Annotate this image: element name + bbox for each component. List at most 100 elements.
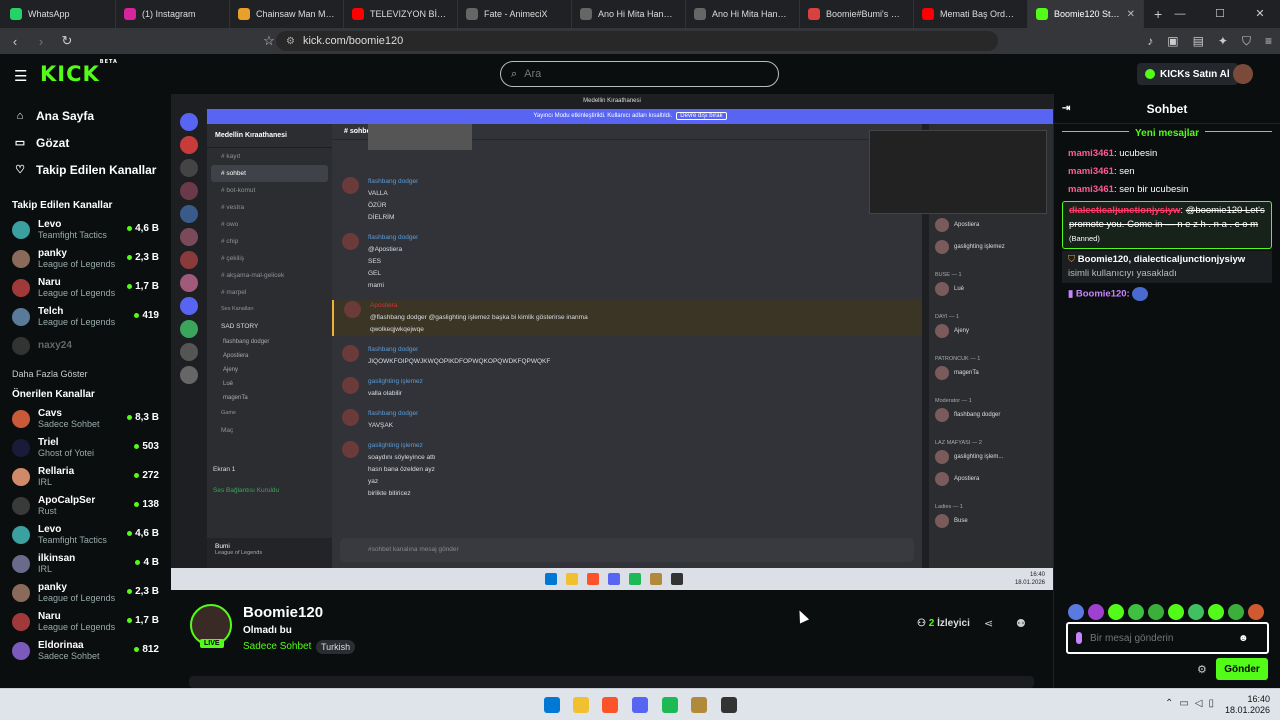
channel-item[interactable]: panky League of Legends 2,3 B xyxy=(0,244,171,273)
channel-item[interactable]: Rellaria IRL 272 xyxy=(0,462,171,491)
menu-icon[interactable]: ≡ xyxy=(1265,34,1272,48)
tab-favicon-icon xyxy=(922,8,934,20)
emote-icon[interactable] xyxy=(1108,604,1124,620)
discord-member-avatar xyxy=(935,450,949,464)
site-info-icon[interactable]: ⚙ xyxy=(286,36,295,47)
channel-item[interactable]: Eldorinaa Sadece Sohbet 812 xyxy=(0,636,171,665)
network-icon[interactable]: ▭ xyxy=(1179,698,1188,709)
wallet-icon[interactable]: ▤ xyxy=(1193,34,1204,48)
send-button[interactable]: Gönder xyxy=(1216,658,1268,680)
channel-viewer-count: 419 xyxy=(142,310,159,321)
discord-avatar xyxy=(342,233,359,250)
emoji-icon[interactable]: ☻ xyxy=(1238,633,1249,644)
browser-tab[interactable]: Ano Hi Mita Hana no N xyxy=(572,0,686,28)
discord-member-name: magenTa xyxy=(954,370,979,376)
channel-item[interactable]: Triel Ghost of Yotei 503 xyxy=(0,433,171,462)
channel-category: League of Legends xyxy=(38,316,116,327)
channel-item[interactable]: Naru League of Legends 1,7 B xyxy=(0,273,171,302)
kick-logo[interactable]: KICKBETA xyxy=(40,59,118,86)
browser-tab[interactable]: Ano Hi Mita Hana no N xyxy=(686,0,800,28)
media-icon[interactable]: ♪ xyxy=(1147,34,1153,48)
volume-icon[interactable]: ◁ xyxy=(1195,698,1203,709)
channel-item[interactable]: Telch League of Legends 419 xyxy=(0,302,171,331)
buy-kicks-button[interactable]: KICKs Satın Al xyxy=(1137,63,1238,85)
channel-item[interactable]: naxy24 xyxy=(0,331,171,360)
emote-icon[interactable] xyxy=(1068,604,1084,620)
chat-username[interactable]: mami3461 xyxy=(1068,184,1114,195)
league-of-legends-icon[interactable] xyxy=(691,697,707,713)
shield-icon[interactable]: ⛉ xyxy=(1242,34,1251,49)
close-window-icon[interactable]: ✕ xyxy=(1240,0,1280,28)
emote-icon[interactable] xyxy=(1088,604,1104,620)
show-more-link[interactable]: Daha Fazla Göster xyxy=(0,364,171,384)
emote-icon[interactable] xyxy=(1168,604,1184,620)
channel-item[interactable]: ApoCalpSer Rust 138 xyxy=(0,491,171,520)
hamburger-menu-icon[interactable]: ☰ xyxy=(14,67,27,85)
chat-username[interactable]: mami3461 xyxy=(1068,148,1114,159)
ai-icon[interactable]: ✦ xyxy=(1218,34,1228,48)
obs-icon[interactable] xyxy=(721,697,737,713)
beta-badge: BETA xyxy=(99,59,118,65)
chat-input-box[interactable]: ☻ xyxy=(1066,622,1269,654)
share-icon[interactable]: ⋖ xyxy=(984,617,993,630)
file-explorer-icon[interactable] xyxy=(573,697,589,713)
chat-username[interactable]: mami3461 xyxy=(1068,166,1114,177)
stream-video[interactable]: Medellin Kıraathanesi Yayıncı Modu etkin… xyxy=(171,94,1053,590)
sidebar-nav-item[interactable]: ⌂ Ana Sayfa xyxy=(0,102,171,129)
sidebar-icon[interactable]: ▣ xyxy=(1167,34,1178,48)
emote-icon[interactable] xyxy=(1208,604,1224,620)
server-name: Medellin Kıraathanesi xyxy=(207,124,332,148)
channel-item[interactable]: Levo Teamfight Tactics 4,6 B xyxy=(0,520,171,549)
close-tab-icon[interactable]: ✕ xyxy=(1127,9,1135,20)
channel-item[interactable]: Cavs Sadece Sohbet 8,3 B xyxy=(0,404,171,433)
user-avatar[interactable] xyxy=(1233,64,1253,84)
emote-icon[interactable] xyxy=(1128,604,1144,620)
emote-icon[interactable] xyxy=(1228,604,1244,620)
brave-browser-icon[interactable] xyxy=(602,697,618,713)
spotify-icon[interactable] xyxy=(662,697,678,713)
browser-tab[interactable]: Chainsaw Man Movie: xyxy=(230,0,344,28)
discord-avatar xyxy=(344,301,361,318)
browser-tab[interactable]: Boomie#Bumi's Comp xyxy=(800,0,914,28)
chat-input[interactable] xyxy=(1090,632,1230,644)
browser-tab[interactable]: TELEVIZYON BİZİ KAN xyxy=(344,0,458,28)
channel-avatar xyxy=(12,641,30,660)
discord-message-line: yaz xyxy=(368,478,379,485)
battery-icon[interactable]: ▯ xyxy=(1208,698,1214,709)
minimize-icon[interactable]: — xyxy=(1160,0,1200,28)
maximize-icon[interactable]: ☐ xyxy=(1200,0,1240,28)
windows-start-icon[interactable] xyxy=(544,697,560,713)
collapse-chat-icon[interactable]: ⇥ xyxy=(1062,94,1070,124)
stream-category[interactable]: Sadece Sohbet xyxy=(243,641,311,652)
streamer-name[interactable]: Boomie120 xyxy=(243,604,323,621)
reload-icon[interactable]: ↻ xyxy=(56,33,78,49)
discord-icon[interactable] xyxy=(632,697,648,713)
chat-settings-icon[interactable]: ⚙ xyxy=(1197,663,1207,676)
url-field[interactable]: ⚙ kick.com/boomie120 xyxy=(276,31,998,51)
channel-item[interactable]: Levo Teamfight Tactics 4,6 B xyxy=(0,215,171,244)
browser-tab[interactable]: Fate - AnimeciX xyxy=(458,0,572,28)
browser-tab[interactable]: (1) Instagram xyxy=(116,0,230,28)
discord-message-author: gaslighting işlemez xyxy=(368,378,423,385)
browser-tab[interactable]: Memati Baş Orda Oldu xyxy=(914,0,1028,28)
search-box[interactable]: ⌕ xyxy=(500,61,779,87)
back-icon[interactable]: ‹ xyxy=(4,34,26,49)
channel-item[interactable]: ilkinsan IRL 4 B xyxy=(0,549,171,578)
live-dot-icon xyxy=(127,589,133,594)
emote-icon[interactable] xyxy=(1248,604,1264,620)
search-input[interactable] xyxy=(524,68,725,80)
language-tag[interactable]: Turkish xyxy=(316,640,356,654)
taskbar-clock[interactable]: 16:40 18.01.2026 xyxy=(1225,694,1270,716)
sidebar-nav-item[interactable]: ▭ Gözat xyxy=(0,129,171,156)
channel-item[interactable]: Naru League of Legends 1,7 B xyxy=(0,607,171,636)
chevron-up-icon[interactable]: ⌃ xyxy=(1165,698,1173,709)
browser-tab[interactable]: Boomie120 Stream ✕ xyxy=(1028,0,1144,28)
sidebar-nav-item[interactable]: ♡ Takip Edilen Kanallar xyxy=(0,156,171,183)
emote-icon[interactable] xyxy=(1188,604,1204,620)
emote-icon[interactable] xyxy=(1148,604,1164,620)
forward-icon[interactable]: › xyxy=(30,34,52,49)
voice-header: Ses Kanalları xyxy=(221,306,254,312)
browser-tab[interactable]: WhatsApp xyxy=(2,0,116,28)
channel-item[interactable]: panky League of Legends 2,3 B xyxy=(0,578,171,607)
follow-user-icon[interactable]: ⚉ xyxy=(1016,617,1026,630)
